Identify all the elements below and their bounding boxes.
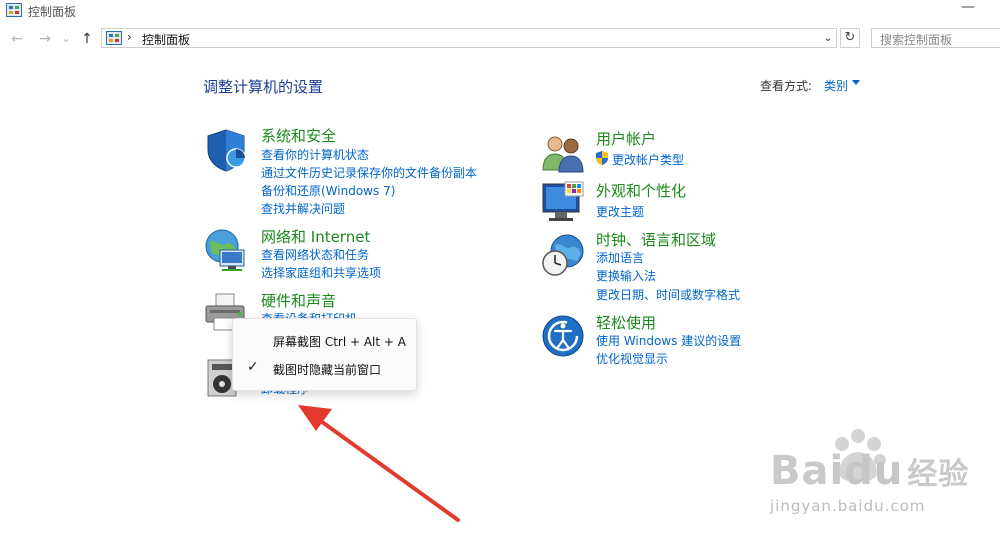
link-optimize-visual-display[interactable]: 优化视觉显示 bbox=[596, 350, 668, 367]
link-change-account-type[interactable]: 更改帐户类型 bbox=[612, 151, 684, 168]
monitor-icon bbox=[542, 181, 584, 221]
link-view-computer-status[interactable]: 查看你的计算机状态 bbox=[261, 146, 369, 163]
control-panel-icon bbox=[6, 3, 22, 17]
category-hardware-sound[interactable]: 硬件和声音 bbox=[261, 290, 336, 311]
minimize-button[interactable]: — bbox=[956, 0, 980, 18]
window-title: 控制面板 bbox=[28, 5, 77, 19]
back-button[interactable]: ← bbox=[8, 30, 26, 48]
search-input[interactable]: 搜索控制面板 bbox=[871, 28, 1000, 48]
page-title: 调整计算机的设置 bbox=[203, 78, 324, 96]
category-network-internet[interactable]: 网络和 Internet bbox=[261, 226, 370, 247]
category-ease-of-access[interactable]: 轻松使用 bbox=[596, 312, 656, 333]
link-add-language[interactable]: 添加语言 bbox=[596, 249, 644, 266]
chevron-down-icon[interactable] bbox=[852, 80, 860, 85]
menu-item-screenshot[interactable]: 屏幕截图 Ctrl + Alt + A bbox=[273, 333, 406, 350]
link-backup-restore[interactable]: 备份和还原(Windows 7) bbox=[261, 182, 395, 199]
menu-item-hide-window[interactable]: 截图时隐藏当前窗口 bbox=[273, 361, 381, 378]
link-troubleshoot[interactable]: 查找并解决问题 bbox=[261, 200, 345, 217]
link-change-date-time-format[interactable]: 更改日期、时间或数字格式 bbox=[596, 286, 740, 303]
category-clock-language-region[interactable]: 时钟、语言和区域 bbox=[596, 229, 716, 250]
link-change-input-method[interactable]: 更换输入法 bbox=[596, 267, 656, 284]
clock-globe-icon bbox=[542, 234, 584, 276]
link-change-theme[interactable]: 更改主题 bbox=[596, 203, 644, 220]
recent-locations-button[interactable]: ⌄ bbox=[60, 30, 72, 48]
breadcrumb-separator: › bbox=[127, 30, 132, 44]
watermark-brand: Baidu 经验 bbox=[770, 448, 970, 494]
forward-button[interactable]: → bbox=[36, 30, 54, 48]
view-by-label: 查看方式: bbox=[760, 79, 813, 93]
address-bar[interactable]: › 控制面板 bbox=[101, 28, 837, 48]
view-by-dropdown[interactable]: 类别 bbox=[824, 77, 848, 94]
ease-of-access-icon bbox=[542, 315, 584, 357]
title-bar: 控制面板 — bbox=[0, 0, 1000, 22]
annotation-arrow-icon bbox=[298, 405, 460, 522]
category-system-security[interactable]: 系统和安全 bbox=[261, 125, 336, 146]
category-appearance-personalization[interactable]: 外观和个性化 bbox=[596, 180, 686, 201]
users-icon bbox=[542, 136, 584, 173]
up-button[interactable]: ↑ bbox=[78, 30, 96, 48]
shield-icon bbox=[207, 129, 246, 172]
checkmark-icon: ✓ bbox=[247, 359, 259, 375]
link-recommended-settings[interactable]: 使用 Windows 建议的设置 bbox=[596, 332, 741, 349]
watermark-url: jingyan.baidu.com bbox=[770, 497, 926, 515]
network-globe-icon bbox=[205, 229, 245, 271]
uac-shield-icon bbox=[596, 151, 608, 165]
context-menu: 屏幕截图 Ctrl + Alt + A ✓ 截图时隐藏当前窗口 bbox=[232, 318, 417, 391]
link-network-status[interactable]: 查看网络状态和任务 bbox=[261, 246, 369, 263]
link-homegroup-sharing[interactable]: 选择家庭组和共享选项 bbox=[261, 264, 381, 281]
refresh-button[interactable]: ↻ bbox=[840, 28, 860, 48]
address-dropdown-button[interactable]: ⌄ bbox=[820, 29, 836, 47]
control-panel-icon bbox=[106, 31, 122, 45]
breadcrumb-control-panel[interactable]: 控制面板 bbox=[142, 31, 190, 48]
category-user-accounts[interactable]: 用户帐户 bbox=[596, 128, 656, 149]
link-file-history-backup[interactable]: 通过文件历史记录保存你的文件备份副本 bbox=[261, 164, 477, 181]
